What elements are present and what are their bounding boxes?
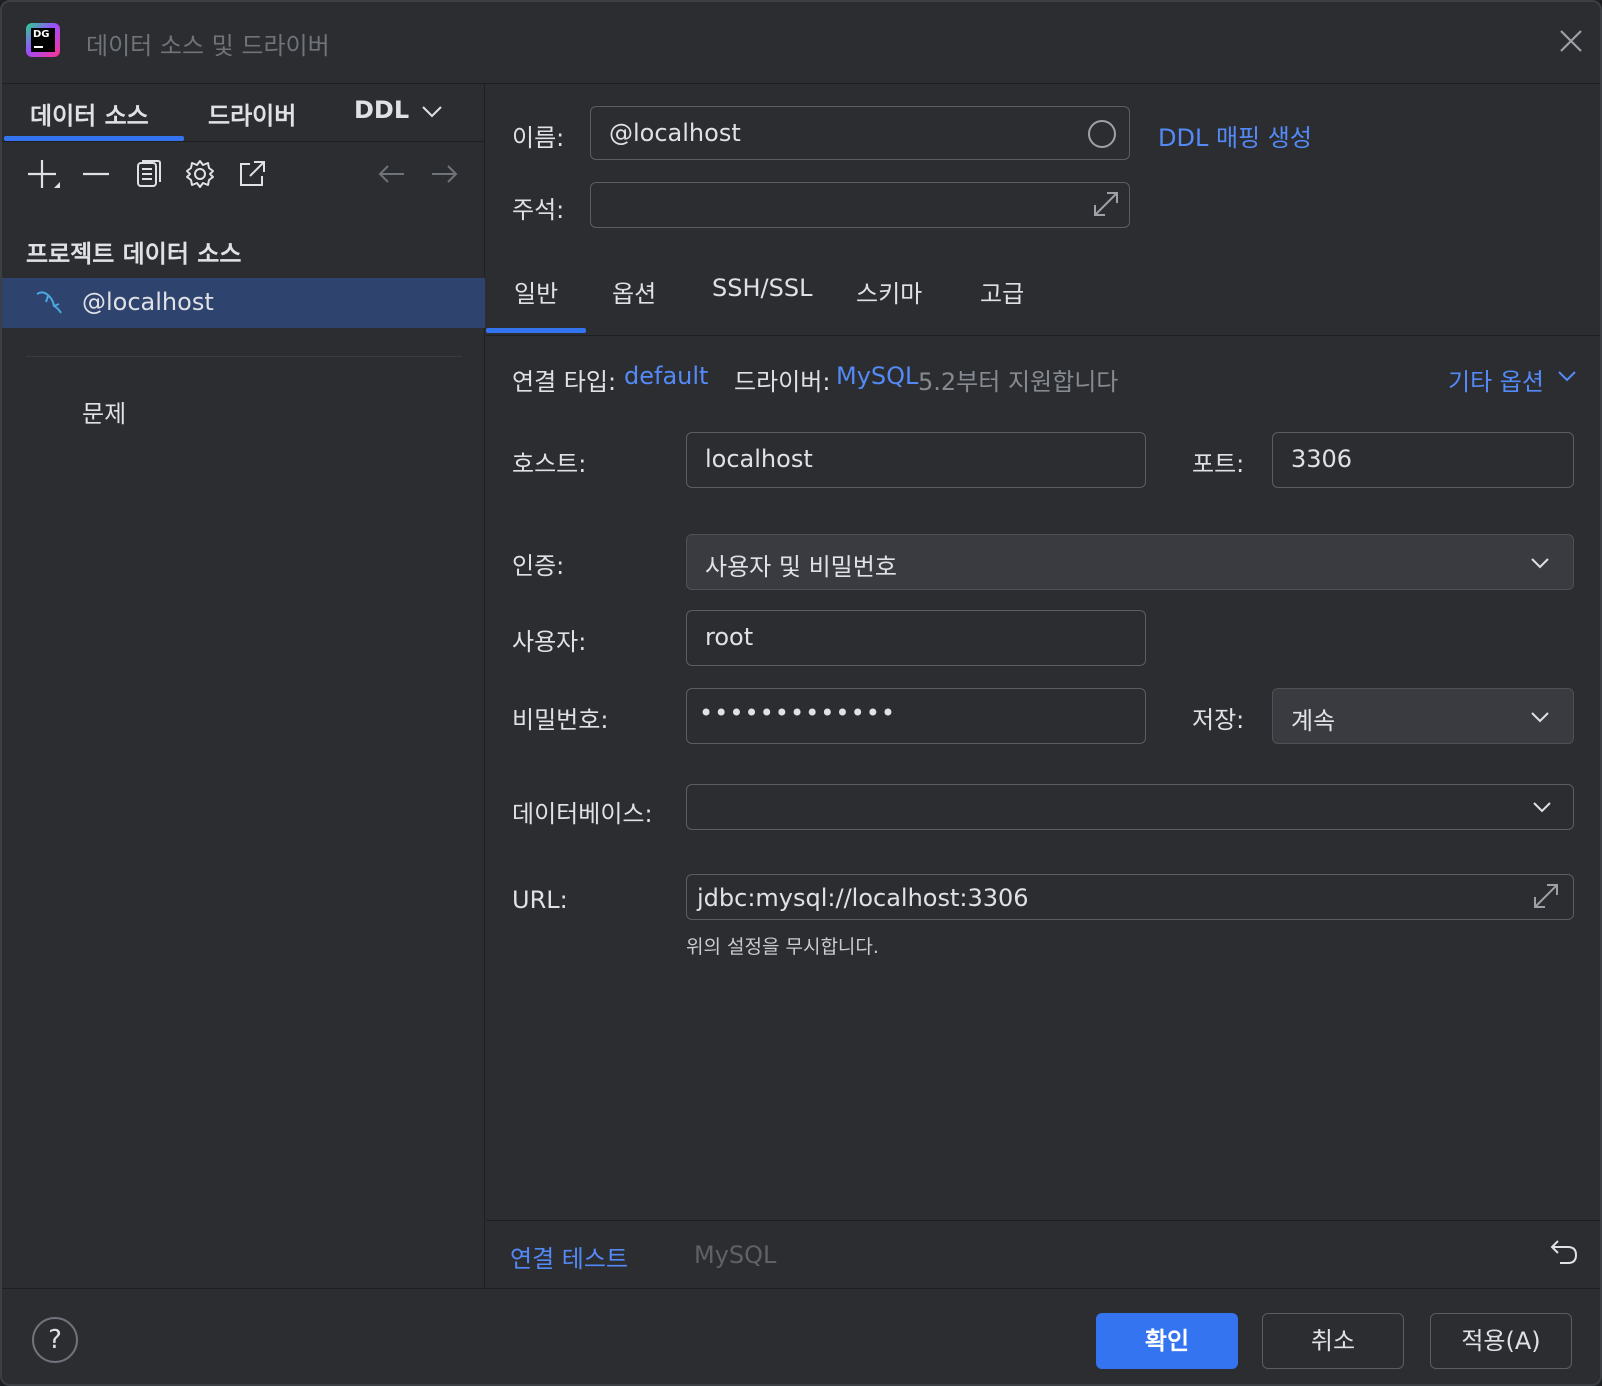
tab-advanced[interactable]: 고급 [980,274,1024,309]
save-label: 저장: [1192,706,1245,734]
tab-data-sources[interactable]: 데이터 소스 [30,96,149,131]
url-label: URL: [512,886,568,914]
comment-label: 주석: [512,196,565,224]
config-tabs: 일반 옵션 SSH/SSL 스키마 고급 [486,274,1600,336]
expand-icon[interactable] [1091,189,1121,219]
datagrip-logo-icon: DG [26,23,60,57]
chevron-down-icon[interactable] [420,102,444,122]
auth-value: 사용자 및 비밀번호 [705,553,897,581]
right-bottom-bar: 연결 테스트 MySQL [486,1220,1600,1288]
add-icon[interactable] [26,158,60,190]
remove-icon[interactable] [80,158,112,190]
auth-select[interactable]: 사용자 및 비밀번호 [686,534,1574,590]
close-icon[interactable] [1556,26,1586,56]
left-panel: 데이터 소스 드라이버 DDL 프로젝트 데이터 소스 @localhost 문… [2,84,485,1288]
database-select[interactable] [686,784,1574,830]
project-datasources-title: 프로젝트 데이터 소스 [26,240,242,268]
user-value: root [705,623,754,651]
password-label: 비밀번호: [512,706,609,734]
datasource-item-localhost[interactable]: @localhost [2,278,485,328]
connection-type-link[interactable]: default [624,362,708,390]
name-input[interactable]: @localhost [590,106,1130,160]
app-icon-text: DG [33,29,50,40]
copy-icon[interactable] [132,158,164,190]
password-value: ••••••••••••• [699,699,897,727]
dialog-window: DG 데이터 소스 및 드라이버 데이터 소스 드라이버 DDL 프로젝트 데이… [0,0,1602,1386]
cancel-button[interactable]: 취소 [1262,1313,1404,1369]
database-label: 데이터베이스: [512,800,653,828]
driver-link[interactable]: MySQL [836,362,918,390]
ddl-mapping-link[interactable]: DDL 매핑 생성 [1158,118,1312,153]
title-bar: DG 데이터 소스 및 드라이버 [2,2,1600,84]
comment-input[interactable] [590,182,1130,228]
test-connection-link[interactable]: 연결 테스트 [510,1239,628,1274]
window-title: 데이터 소스 및 드라이버 [86,32,330,60]
port-label: 포트: [1192,450,1245,478]
name-label: 이름: [512,124,565,152]
footer-driver-label: MySQL [694,1241,777,1269]
divider [26,356,462,357]
url-input[interactable]: jdbc:mysql://localhost:3306 [686,874,1574,920]
gear-icon[interactable] [184,158,216,190]
revert-icon[interactable] [1548,1237,1580,1269]
active-tab-indicator [4,136,184,141]
chevron-down-icon [1531,797,1553,817]
right-panel: 이름: @localhost DDL 매핑 생성 주석: 일반 옵션 SSH/S… [486,84,1600,1288]
tab-drivers[interactable]: 드라이버 [208,96,296,131]
driver-note: 5.2부터 지원합니다 [918,368,1119,396]
mysql-dolphin-icon [34,288,64,318]
save-value: 계속 [1291,707,1336,735]
help-button[interactable]: ? [32,1317,78,1363]
save-select[interactable]: 계속 [1272,688,1574,744]
forward-arrow-icon[interactable] [428,158,460,190]
dialog-footer: ? 확인 취소 적용(A) [2,1288,1600,1384]
user-input[interactable]: root [686,610,1146,666]
chevron-down-icon [1529,553,1551,573]
tab-ddl[interactable]: DDL [354,96,409,124]
apply-button[interactable]: 적용(A) [1430,1313,1572,1369]
host-label: 호스트: [512,450,587,478]
problems-item[interactable]: 문제 [82,394,126,429]
active-tab-indicator [486,328,586,333]
tab-general[interactable]: 일반 [514,274,558,309]
expand-icon[interactable] [1531,881,1561,911]
tab-ssh-ssl[interactable]: SSH/SSL [712,274,812,302]
more-options-link[interactable]: 기타 옵션 [1448,362,1544,397]
host-input[interactable]: localhost [686,432,1146,488]
driver-label: 드라이버: [734,368,831,396]
back-arrow-icon[interactable] [376,158,408,190]
auth-label: 인증: [512,552,565,580]
external-link-icon[interactable] [236,158,268,190]
url-note: 위의 설정을 무시합니다. [686,936,879,958]
tab-options[interactable]: 옵션 [612,274,656,309]
port-input[interactable]: 3306 [1272,432,1574,488]
chevron-down-icon [1529,707,1551,727]
chevron-down-icon[interactable] [1556,366,1578,386]
left-tabs: 데이터 소스 드라이버 DDL [2,84,485,142]
tab-schemas[interactable]: 스키마 [856,274,922,309]
color-circle-icon[interactable] [1087,119,1117,149]
ok-button[interactable]: 확인 [1096,1313,1238,1369]
url-value: jdbc:mysql://localhost:3306 [697,884,1029,912]
password-input[interactable]: ••••••••••••• [686,688,1146,744]
connection-type-label: 연결 타입: [512,368,617,396]
user-label: 사용자: [512,628,587,656]
port-value: 3306 [1291,445,1353,473]
datasource-label: @localhost [82,288,214,316]
name-value: @localhost [609,119,741,147]
host-value: localhost [705,445,813,473]
